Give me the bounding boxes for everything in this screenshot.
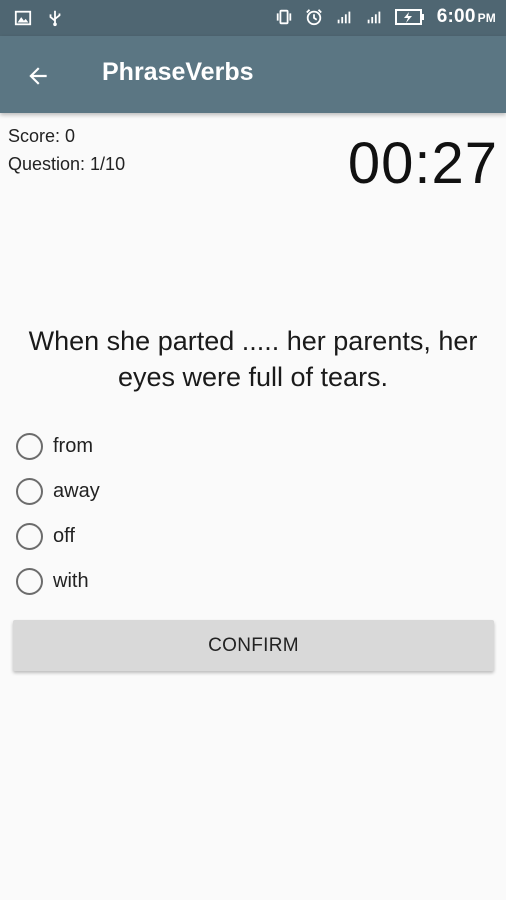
question-counter: Question: 1/10 bbox=[8, 154, 126, 174]
answer-options: from away off with bbox=[16, 424, 100, 604]
score-label: Score: 0 bbox=[8, 126, 76, 146]
option-label: away bbox=[53, 480, 100, 502]
radio-button[interactable] bbox=[16, 523, 43, 550]
usb-icon bbox=[49, 10, 61, 27]
alarm-icon bbox=[305, 9, 322, 26]
battery-charging-icon bbox=[394, 9, 424, 25]
status-bar: 6:00 PM bbox=[0, 0, 506, 36]
signal-icon bbox=[367, 11, 381, 24]
arrow-back-icon bbox=[29, 67, 47, 85]
vibrate-icon bbox=[276, 9, 291, 25]
option-label: off bbox=[53, 525, 75, 547]
option-with[interactable]: with bbox=[16, 559, 100, 604]
app-title: PhraseVerbs bbox=[102, 58, 254, 86]
clock: 6:00 PM bbox=[436, 6, 496, 27]
confirm-button[interactable]: CONFIRM bbox=[13, 620, 494, 671]
option-label: with bbox=[53, 570, 89, 592]
option-away[interactable]: away bbox=[16, 469, 100, 514]
radio-button[interactable] bbox=[16, 568, 43, 595]
option-label: from bbox=[53, 435, 93, 457]
option-from[interactable]: from bbox=[16, 424, 100, 469]
question-text: When she parted ..... her parents, her e… bbox=[28, 326, 478, 392]
countdown-timer: 00:27 bbox=[347, 131, 498, 196]
signal-icon bbox=[337, 11, 351, 24]
radio-button[interactable] bbox=[16, 478, 43, 505]
back-button[interactable] bbox=[22, 60, 54, 92]
radio-button[interactable] bbox=[16, 433, 43, 460]
app-bar: PhraseVerbs bbox=[0, 36, 506, 113]
option-off[interactable]: off bbox=[16, 514, 100, 559]
gallery-icon bbox=[14, 10, 32, 26]
